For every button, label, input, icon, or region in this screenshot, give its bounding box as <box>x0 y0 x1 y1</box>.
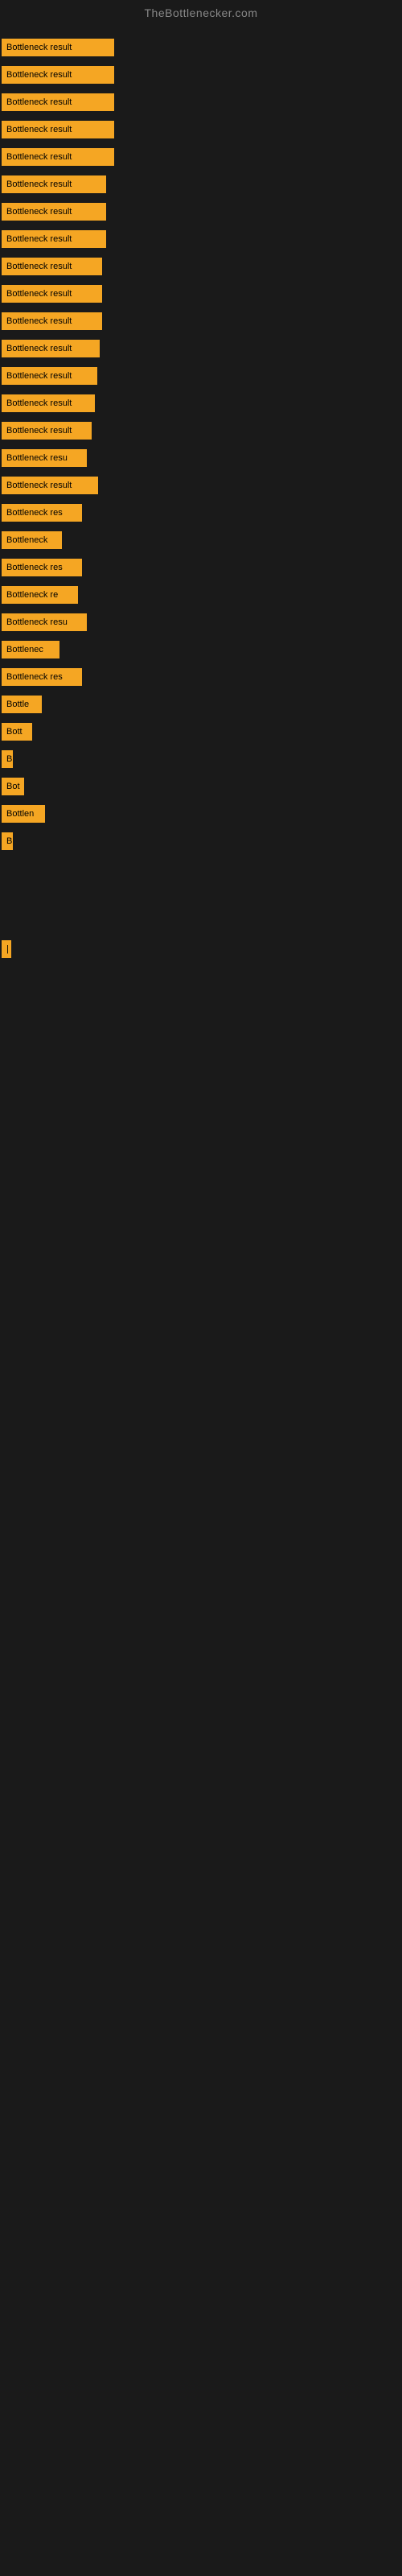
bar-row: Bottleneck resu <box>0 609 402 636</box>
bar-row: Bottleneck result <box>0 61 402 89</box>
bar-label: Bottleneck res <box>2 504 82 522</box>
bar-extension <box>98 258 102 275</box>
bar-label: Bottleneck result <box>2 340 96 357</box>
bar-label: Bottleneck result <box>2 148 98 166</box>
bar-row: Bottleneck result <box>0 143 402 171</box>
bar-label: Bott <box>2 723 32 741</box>
bar-label: Bottleneck result <box>2 477 98 494</box>
bar-row: B <box>0 828 402 855</box>
bars-container: Bottleneck result Bottleneck result Bottle… <box>0 26 402 1182</box>
bar-extension <box>98 230 106 248</box>
bar-row: Bottleneck result <box>0 362 402 390</box>
bar-row <box>0 1124 402 1133</box>
bar-label: Bottleneck result <box>2 66 98 84</box>
bar-row: Bottleneck resu <box>0 444 402 472</box>
bar-row: Bottlenec <box>0 636 402 663</box>
bar-row: Bottleneck result <box>0 390 402 417</box>
bar-label: Bottleneck result <box>2 230 98 248</box>
bar-row: | <box>0 935 402 963</box>
bar-label: Bot <box>2 778 24 795</box>
bar-label: Bottlen <box>2 805 45 823</box>
bar-extension <box>98 39 114 56</box>
bar-extension <box>98 203 106 221</box>
bar-label: Bottleneck result <box>2 175 98 193</box>
bar-row: B <box>0 745 402 773</box>
bar-row: Bottleneck result <box>0 308 402 335</box>
bar-label: Bottleneck result <box>2 121 98 138</box>
bar-row: Bottleneck result <box>0 171 402 198</box>
bar-label: B <box>2 832 13 850</box>
bar-row: Bottleneck re <box>0 581 402 609</box>
bar-row: Bottleneck result <box>0 225 402 253</box>
bar-label: Bottleneck <box>2 531 62 549</box>
bar-label: Bottleneck res <box>2 668 82 686</box>
bar-row: Bottleneck res <box>0 499 402 526</box>
bar-label: Bottleneck result <box>2 285 98 303</box>
spacer-row <box>0 855 402 895</box>
bar-label: Bottleneck result <box>2 39 98 56</box>
bar-label: Bottleneck re <box>2 586 78 604</box>
bar-extension <box>98 285 102 303</box>
bar-row: Bottlen <box>0 800 402 828</box>
bar-label: Bottleneck result <box>2 258 98 275</box>
bar-label: Bottleneck resu <box>2 449 87 467</box>
bar-extension <box>98 175 106 193</box>
bar-row: Bottle <box>0 691 402 718</box>
bar-row: Bottleneck res <box>0 663 402 691</box>
bar-extension <box>98 312 102 330</box>
bar-row: Bottleneck result <box>0 116 402 143</box>
bar-label: B <box>2 750 13 768</box>
bar-row: Bottleneck result <box>0 198 402 225</box>
bar-row: Bott <box>0 718 402 745</box>
bar-row: Bottleneck result <box>0 89 402 116</box>
bar-extension <box>98 93 114 111</box>
bar-extension <box>93 394 95 412</box>
bar-label: | <box>2 940 11 958</box>
bar-row: Bottleneck <box>0 526 402 554</box>
bar-label: Bottleneck result <box>2 93 98 111</box>
spacer-row <box>0 1043 402 1084</box>
spacer-row <box>0 895 402 935</box>
bar-label: Bottleneck resu <box>2 613 87 631</box>
bar-label: Bottleneck result <box>2 367 95 385</box>
bar-row: Bottleneck result <box>0 417 402 444</box>
bar-label: Bottleneck result <box>2 312 98 330</box>
bar-row: Bottleneck result <box>0 280 402 308</box>
bar-row: Bottleneck result <box>0 335 402 362</box>
bar-label: Bottleneck result <box>2 422 92 440</box>
bar-label: Bottle <box>2 696 42 713</box>
bar-extension <box>98 66 114 84</box>
bar-row: Bot <box>0 773 402 800</box>
site-title: TheBottlenecker.com <box>0 0 402 26</box>
spacer-row <box>0 1003 402 1043</box>
bar-row: Bottleneck result <box>0 34 402 61</box>
bar-label: Bottleneck result <box>2 394 93 412</box>
spacer-row <box>0 963 402 1003</box>
bar-row: Bottleneck result <box>0 253 402 280</box>
bar-label: Bottlenec <box>2 641 59 658</box>
bar-row: Bottleneck result <box>0 472 402 499</box>
bar-extension <box>96 340 100 357</box>
bar-extension <box>98 148 114 166</box>
bar-row: Bottleneck res <box>0 554 402 581</box>
bar-extension <box>95 367 97 385</box>
bar-label: Bottleneck result <box>2 203 98 221</box>
spacer-row <box>0 1133 402 1174</box>
spacer-row <box>0 1084 402 1124</box>
bar-extension <box>98 121 114 138</box>
bar-label: Bottleneck res <box>2 559 82 576</box>
